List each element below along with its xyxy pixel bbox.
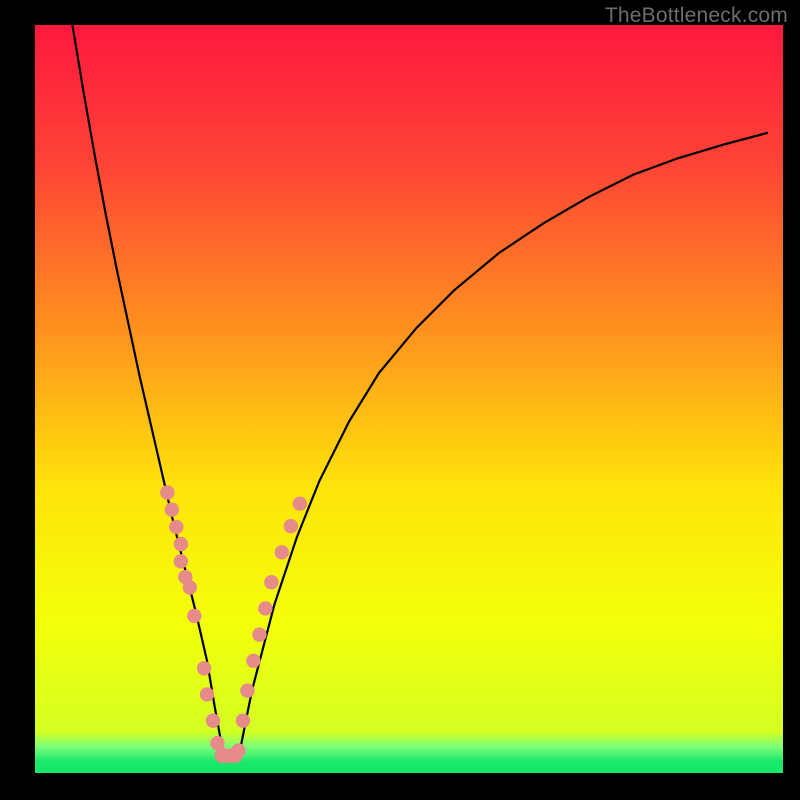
data-point	[187, 609, 201, 623]
data-point	[169, 520, 183, 534]
data-point	[183, 580, 197, 594]
data-point	[160, 485, 174, 499]
data-point	[240, 684, 254, 698]
chart-plot	[35, 25, 783, 773]
data-point	[165, 503, 179, 517]
gradient-background	[35, 25, 783, 773]
data-point	[236, 713, 250, 727]
data-point	[293, 497, 307, 511]
watermark-text: TheBottleneck.com	[605, 4, 788, 28]
data-point	[228, 749, 242, 763]
data-point	[174, 537, 188, 551]
data-point	[246, 654, 260, 668]
data-point	[252, 627, 266, 641]
data-point	[200, 687, 214, 701]
data-point	[206, 713, 220, 727]
data-point	[284, 519, 298, 533]
data-point	[197, 661, 211, 675]
chart-frame	[35, 25, 783, 773]
data-point	[275, 545, 289, 559]
data-point	[264, 575, 278, 589]
data-point	[174, 554, 188, 568]
data-point	[258, 601, 272, 615]
